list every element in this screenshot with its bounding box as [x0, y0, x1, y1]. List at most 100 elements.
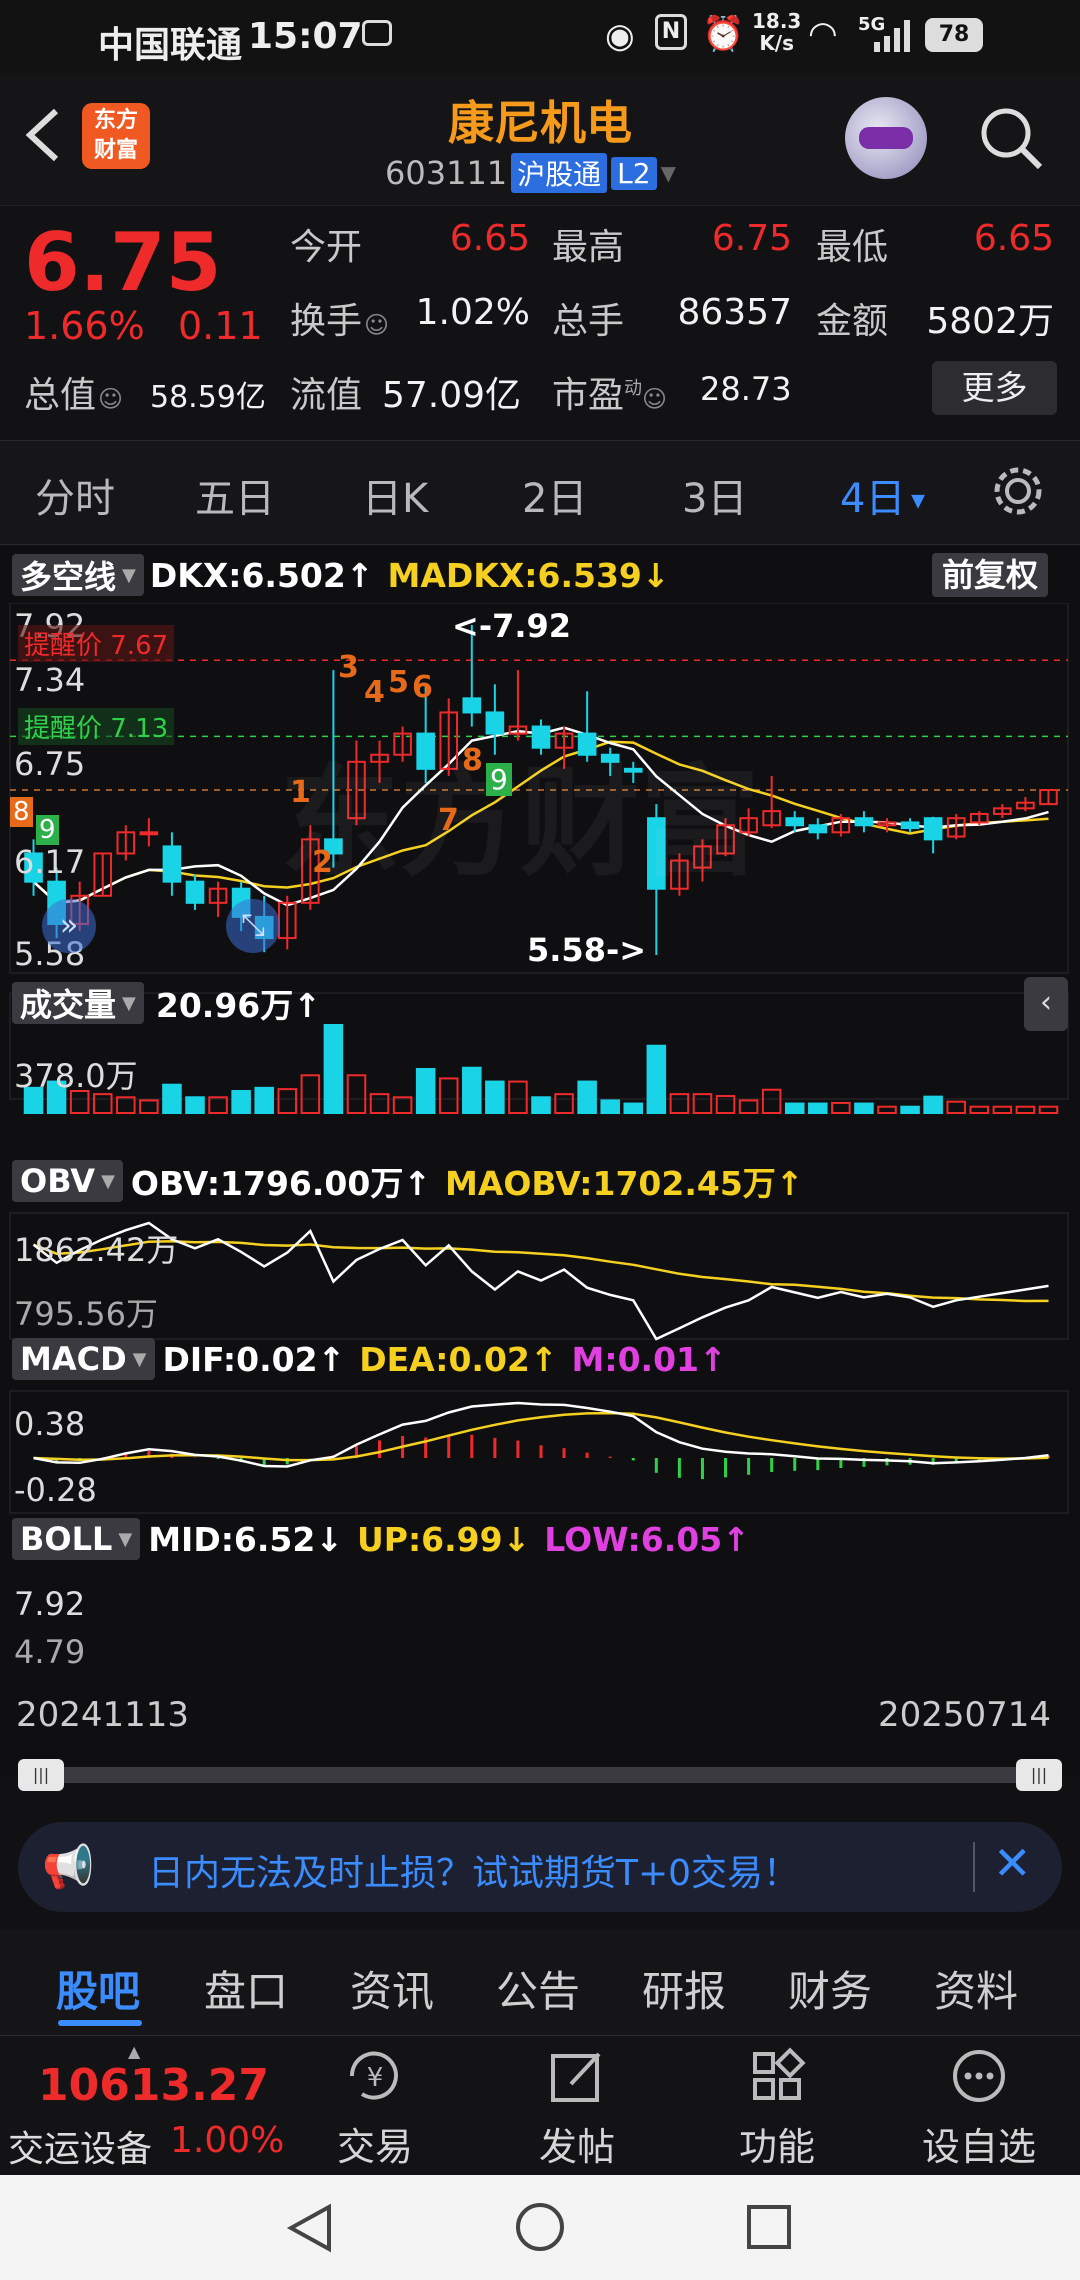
tab-4day[interactable]: 4日 ▼: [840, 466, 925, 524]
sector-index-value: 10613.27: [38, 2060, 270, 2111]
svg-text:¥: ¥: [367, 2063, 384, 2093]
tab-guba[interactable]: 股吧: [56, 1958, 140, 2019]
signal-marker: 3: [338, 650, 359, 685]
volume-bar: [600, 1099, 620, 1114]
volume-bar: [485, 1080, 505, 1115]
mktcap-label: 总值☺: [24, 375, 124, 416]
volume-bar: [462, 1066, 482, 1114]
volume-bar: [254, 1086, 274, 1115]
level2-tag: L2: [611, 156, 657, 190]
adjust-button[interactable]: 前复权: [932, 553, 1049, 597]
nav-add-watchlist[interactable]: 设自选: [904, 2036, 1054, 2176]
volume-bar: [508, 1080, 528, 1115]
tab-profile[interactable]: 资料: [934, 1958, 1018, 2019]
caret-down-icon: ▼: [660, 161, 676, 185]
turnover-value: 1.02%: [415, 292, 530, 333]
last-price: 6.75: [24, 216, 222, 309]
battery-icon: 78: [925, 18, 983, 52]
recents-square-icon[interactable]: [745, 2203, 793, 2251]
tab-2day[interactable]: 2日: [522, 466, 587, 524]
volume-bar: [646, 1044, 667, 1114]
signal-marker: 4: [364, 675, 385, 710]
signal-marker: 1: [290, 775, 311, 810]
scroll-left-icon[interactable]: »: [42, 899, 96, 953]
volume-bar: [346, 1074, 367, 1114]
candle-body: [854, 817, 874, 827]
price-axis-4: 6.17: [14, 843, 86, 881]
status-bar: 中国联通 15:07 ◉ N ⏰ 18.3 K/s ◠ 5G 78: [0, 0, 1080, 75]
search-icon[interactable]: [978, 105, 1044, 171]
candle-body: [923, 817, 943, 841]
volume-bar: [923, 1095, 943, 1114]
pe-label: 市盈动☺: [552, 375, 668, 416]
volume-indicator-select[interactable]: 成交量 ▼: [12, 982, 144, 1024]
main-indicator-select[interactable]: 多空线 ▼: [12, 554, 144, 596]
main-indicator-header: 多空线 ▼ DKX:6.502↑ MADKX:6.539↓: [12, 553, 670, 597]
boll-mid-value: MID:6.52↓: [148, 1519, 343, 1559]
tab-intraday[interactable]: 分时: [35, 466, 115, 524]
expand-icon[interactable]: ⤡: [226, 899, 280, 953]
grid-icon: [753, 2047, 806, 2100]
stock-code-row[interactable]: 603111 沪股通 L2 ▼: [385, 153, 676, 193]
settings-gear-icon[interactable]: [990, 463, 1046, 519]
high-label: 最高: [552, 227, 625, 268]
alert-price-green[interactable]: 提醒价 7.13: [18, 708, 175, 745]
volume-bar: [1038, 1105, 1059, 1115]
back-triangle-icon[interactable]: [285, 2203, 335, 2253]
candle-body: [462, 697, 482, 714]
volume-bar: [438, 1077, 459, 1114]
tab-daily-k[interactable]: 日K: [362, 466, 428, 524]
nav-functions[interactable]: 功能: [702, 2036, 852, 2176]
range-handle-left[interactable]: |||: [18, 1759, 64, 1791]
nav-post[interactable]: 发帖: [502, 2036, 652, 2176]
volume-header: 成交量 ▼ 20.96万↑: [12, 981, 321, 1025]
sector-change: 1.00%: [170, 2120, 285, 2161]
tab-finance[interactable]: 财务: [788, 1958, 872, 2019]
volume-bar: [554, 1093, 574, 1114]
candle-body: [162, 845, 182, 883]
tab-3day[interactable]: 3日: [682, 466, 747, 524]
boll-indicator-select[interactable]: BOLL ▼: [12, 1518, 141, 1560]
obv-line: [32, 1221, 1049, 1341]
volume-value: 20.96万↑: [155, 986, 321, 1025]
nav-trade[interactable]: ¥ 交易: [300, 2036, 450, 2176]
range-handle-right[interactable]: |||: [1016, 1759, 1062, 1791]
kline-chart-area[interactable]: 多空线▼ DKX:6.502↑ MADKX:6.539↓ 前复权 7.92 7.…: [0, 545, 1080, 1791]
signal-marker: 9: [486, 763, 512, 796]
volume-bar: [831, 1101, 851, 1115]
net-speed: 18.3 K/s: [752, 9, 802, 55]
obv-axis-bottom: 795.56万: [14, 1295, 158, 1333]
candle-body: [185, 880, 205, 904]
quote-panel: 6.75 1.66% 0.11 今开 6.65 最高 6.75 最低 6.65 …: [0, 205, 1080, 440]
close-icon[interactable]: ✕: [993, 1836, 1032, 1890]
active-tab-indicator: [58, 2020, 142, 2026]
tab-pankou[interactable]: 盘口: [204, 1958, 288, 2019]
range-slider-track[interactable]: [20, 1767, 1060, 1783]
dkx-value: DKX:6.502↑: [149, 555, 374, 595]
tab-reports[interactable]: 研报: [642, 1958, 726, 2019]
macd-indicator-select[interactable]: MACD ▼: [12, 1338, 155, 1380]
obv-indicator-select[interactable]: OBV ▼: [12, 1160, 123, 1202]
volume-bar: [392, 1096, 413, 1114]
macd-header: MACD ▼ DIF:0.02↑ DEA:0.02↑ M:0.01↑: [12, 1337, 727, 1381]
more-button[interactable]: 更多: [932, 361, 1057, 415]
home-circle-icon[interactable]: [514, 2201, 566, 2253]
tab-news[interactable]: 资讯: [350, 1958, 434, 2019]
pe-value: 28.73: [700, 370, 792, 408]
volume-bar: [808, 1102, 828, 1115]
edit-icon: [551, 2052, 601, 2102]
sector-index[interactable]: ▲ 10613.27 交运设备 1.00%: [0, 2036, 284, 2176]
price-axis-3: 6.75: [14, 745, 86, 783]
boll-up-value: UP:6.99↓: [357, 1519, 531, 1559]
alert-price-red[interactable]: 提醒价 7.67: [18, 625, 175, 662]
obv-value: OBV:1796.00万↑: [130, 1164, 431, 1203]
robot-assistant-icon[interactable]: [845, 97, 927, 179]
volume-bar: [577, 1080, 597, 1115]
collapse-panel-icon[interactable]: ‹: [1024, 977, 1068, 1031]
tab-announcements[interactable]: 公告: [496, 1958, 580, 2019]
candle-body: [808, 824, 828, 834]
banner-text[interactable]: 日内无法及时止损？试试期货T+0交易！: [148, 1844, 799, 1896]
promo-banner[interactable]: 📢 日内无法及时止损？试试期货T+0交易！ ✕: [18, 1822, 1062, 1912]
tab-five-day[interactable]: 五日: [195, 466, 275, 524]
macd-m-value: M:0.01↑: [571, 1339, 727, 1379]
